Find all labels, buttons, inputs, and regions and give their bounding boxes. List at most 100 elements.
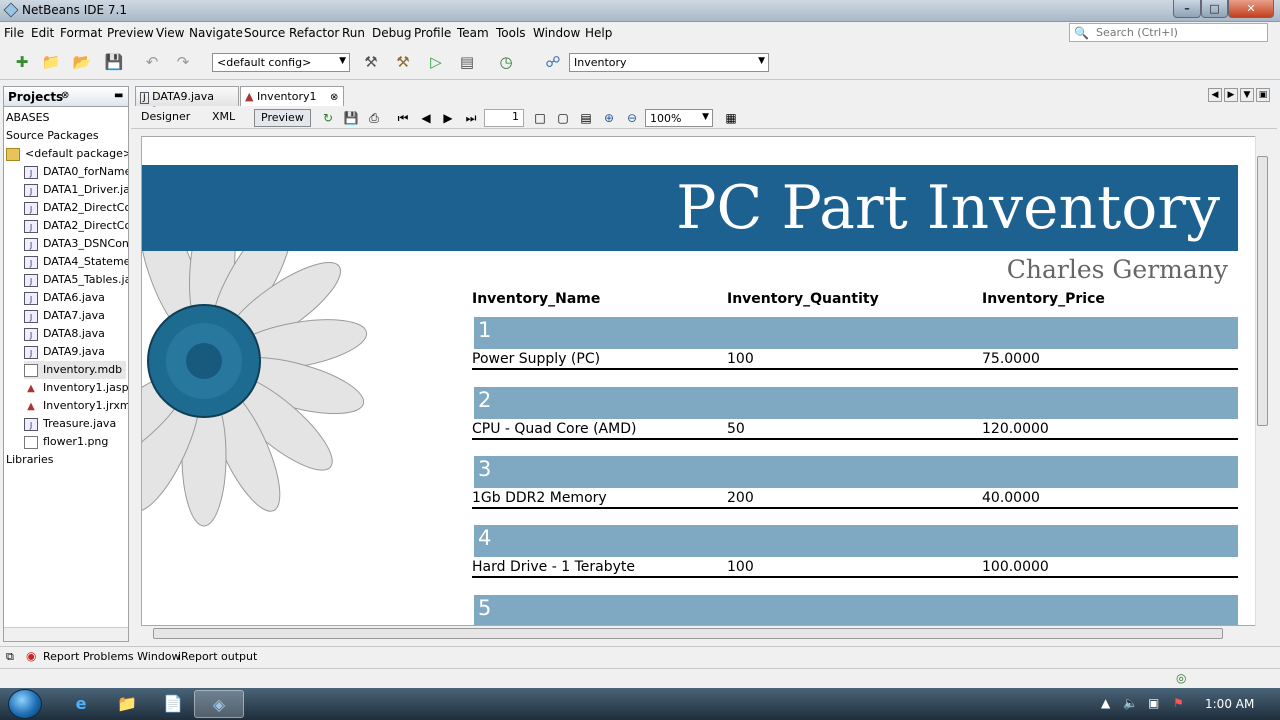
minimize-button[interactable]: – (1173, 0, 1201, 18)
tree-item[interactable]: ▲ Inventory1.jaspe (24, 379, 128, 397)
run-icon[interactable]: ▷ (425, 52, 447, 72)
search-box[interactable]: 🔍 (1069, 23, 1268, 42)
datasource-select[interactable]: Inventory ▼ (569, 53, 769, 72)
preview-hscrollbar[interactable] (137, 626, 1257, 640)
tab-list-icon[interactable]: ▼ (1240, 88, 1254, 102)
tree-item[interactable]: J DATA7.java (24, 307, 105, 325)
redo-icon[interactable]: ↷ (172, 52, 194, 72)
explorer-folder-icon[interactable]: 📁 (102, 690, 152, 718)
minimize-icon[interactable]: ▬ (114, 90, 123, 101)
menu-file[interactable]: File (4, 26, 24, 40)
tree-item[interactable]: flower1.png (24, 433, 108, 451)
scroll-tabs-left-icon[interactable]: ◀ (1208, 88, 1222, 102)
close-button[interactable]: ✕ (1228, 0, 1274, 18)
tray-up-arrow-icon[interactable]: ▲ (1101, 696, 1110, 710)
new-file-icon[interactable]: ✚ (11, 52, 33, 72)
zoom-out-icon[interactable]: ⊖ (624, 110, 640, 126)
network-icon[interactable]: ▣ (1148, 696, 1159, 710)
menu-view[interactable]: View (156, 26, 184, 40)
tree-item[interactable]: J Treasure.java (24, 415, 116, 433)
notepad-icon[interactable]: 📄 (148, 690, 198, 718)
tree-item[interactable]: J DATA3_DSNConn (24, 235, 128, 253)
start-button[interactable] (8, 689, 42, 719)
menu-navigate[interactable]: Navigate (189, 26, 243, 40)
tree-item[interactable]: J DATA6.java (24, 289, 105, 307)
menu-format[interactable]: Format (60, 26, 102, 40)
tree-item[interactable]: J DATA0_forName. (24, 163, 128, 181)
new-project-icon[interactable]: 📁 (40, 52, 62, 72)
menu-profile[interactable]: Profile (414, 26, 451, 40)
last-page-icon[interactable]: ⏭ (463, 110, 479, 126)
tree-item[interactable]: J DATA2_DirectCor (24, 217, 128, 235)
menu-preview[interactable]: Preview (107, 26, 154, 40)
netbeans-taskbar-icon[interactable]: ◈ (194, 690, 244, 718)
tree-item[interactable]: Source Packages (6, 127, 99, 145)
tree-item[interactable]: ABASES (6, 109, 50, 127)
reload-icon[interactable]: ↻ (320, 110, 336, 126)
zoom-in-icon[interactable]: ⊕ (601, 110, 617, 126)
scroll-thumb[interactable] (1257, 156, 1268, 426)
build-hammer-icon[interactable]: ⚒ (360, 52, 382, 72)
close-icon[interactable]: ⊗ (330, 92, 338, 103)
tab-data9[interactable]: J DATA9.java ⊗ (135, 86, 239, 116)
menu-tools[interactable]: Tools (496, 26, 526, 40)
menu-edit[interactable]: Edit (31, 26, 54, 40)
tree-item[interactable]: <default package> (6, 145, 128, 163)
preview-vscrollbar[interactable] (1255, 136, 1269, 626)
menu-help[interactable]: Help (585, 26, 612, 40)
tree-item[interactable]: JDATA5_Tables.jav (24, 271, 128, 289)
tree-item[interactable]: Libraries (6, 451, 54, 469)
zoom-select[interactable]: 100% ▼ (645, 109, 713, 127)
fit-width-icon[interactable]: ▤ (578, 110, 594, 126)
restore-window-icon[interactable]: ⧉ (6, 650, 14, 664)
page-number-field[interactable]: 1 (484, 109, 524, 127)
tab-inventory1[interactable]: ▲ Inventory1 ⊗ (240, 86, 344, 106)
menu-debug[interactable]: Debug (372, 26, 411, 40)
open-project-icon[interactable]: 📂 (71, 52, 93, 72)
profile-icon[interactable]: ◷ (495, 52, 517, 72)
ireport-output-tab[interactable]: iReport output (178, 650, 257, 663)
menu-window[interactable]: Window (533, 26, 580, 40)
print-icon[interactable]: ⎙ (366, 110, 382, 126)
debug-icon[interactable]: ▤ (456, 52, 478, 72)
tree-item[interactable]: J DATA1_Driver.jav (24, 181, 128, 199)
next-page-icon[interactable]: ▶ (440, 110, 456, 126)
menu-run[interactable]: Run (342, 26, 365, 40)
tree-item[interactable]: J DATA9.java (24, 343, 105, 361)
report-datasource-icon[interactable]: ☍ (542, 52, 564, 72)
scroll-thumb[interactable] (153, 628, 1223, 639)
previous-page-icon[interactable]: ◀ (418, 110, 434, 126)
tree-item[interactable]: J DATA8.java (24, 325, 105, 343)
volume-icon[interactable]: 🔈 (1123, 696, 1138, 710)
internet-explorer-icon[interactable]: e (56, 690, 106, 718)
tree-item[interactable]: J DATA2_DirectCor (24, 199, 128, 217)
tab-designer[interactable]: Designer (141, 110, 190, 123)
config-select[interactable]: <default config> ▼ (212, 53, 350, 72)
maximize-button[interactable]: □ (1201, 0, 1228, 18)
actual-size-icon[interactable]: □ (532, 110, 548, 126)
tree-item[interactable]: ▲ Inventory1.jrxml (24, 397, 128, 415)
scroll-tabs-right-icon[interactable]: ▶ (1224, 88, 1238, 102)
close-icon[interactable]: ⊗ (61, 90, 69, 101)
projects-tab[interactable]: Projects ⊗ ▬ (4, 87, 128, 107)
search-input[interactable] (1096, 25, 1264, 40)
action-center-icon[interactable]: ⚑ (1173, 696, 1184, 710)
report-problems-tab[interactable]: Report Problems Window (43, 650, 181, 663)
clean-build-icon[interactable]: ⚒ (392, 52, 414, 72)
undo-icon[interactable]: ↶ (141, 52, 163, 72)
projects-hscrollbar[interactable] (4, 627, 128, 641)
menu-refactor[interactable]: Refactor (289, 26, 339, 40)
maximize-editor-icon[interactable]: ▣ (1256, 88, 1270, 102)
tree-item[interactable]: J DATA4_Statemen (24, 253, 128, 271)
menu-source[interactable]: Source (244, 26, 285, 40)
tab-xml[interactable]: XML (212, 110, 235, 123)
export-icon[interactable]: ▦ (723, 110, 739, 126)
tree-item-selected[interactable]: Inventory.mdb (24, 361, 127, 379)
save-icon[interactable]: 💾 (343, 110, 359, 126)
first-page-icon[interactable]: ⏮ (395, 110, 411, 126)
fit-page-icon[interactable]: ▢ (555, 110, 571, 126)
save-all-icon[interactable]: 💾 (103, 52, 125, 72)
taskbar-clock[interactable]: 1:00 AM (1205, 697, 1254, 711)
menu-team[interactable]: Team (457, 26, 489, 40)
tab-preview[interactable]: Preview (254, 109, 311, 127)
